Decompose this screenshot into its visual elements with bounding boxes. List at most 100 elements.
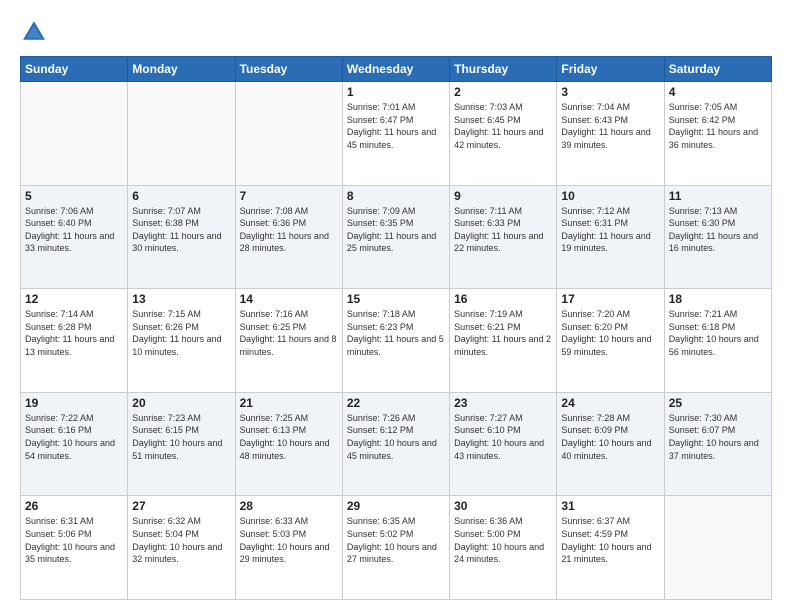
- day-number: 7: [240, 189, 338, 203]
- calendar-table: SundayMondayTuesdayWednesdayThursdayFrid…: [20, 56, 772, 600]
- day-number: 15: [347, 292, 445, 306]
- day-info: Sunrise: 7:07 AM Sunset: 6:38 PM Dayligh…: [132, 205, 230, 255]
- day-number: 23: [454, 396, 552, 410]
- calendar-header-thursday: Thursday: [450, 57, 557, 82]
- day-info: Sunrise: 7:11 AM Sunset: 6:33 PM Dayligh…: [454, 205, 552, 255]
- day-number: 22: [347, 396, 445, 410]
- calendar-cell: 1Sunrise: 7:01 AM Sunset: 6:47 PM Daylig…: [342, 82, 449, 186]
- calendar-cell: 15Sunrise: 7:18 AM Sunset: 6:23 PM Dayli…: [342, 289, 449, 393]
- day-number: 16: [454, 292, 552, 306]
- calendar-cell: 22 Sunrise: 7:26 AM Sunset: 6:12 PM Dayli…: [342, 392, 449, 496]
- calendar-cell: 3 Sunrise: 7:04 AM Sunset: 6:43 PM Daylig…: [557, 82, 664, 186]
- day-info: Sunrise: 7:13 AM Sunset: 6:30 PM Dayligh…: [669, 205, 767, 255]
- day-info: Sunrise: 7:15 AM Sunset: 6:26 PM Dayligh…: [132, 308, 230, 358]
- calendar-cell: 12 Sunrise: 7:14 AM Sunset: 6:28 PM Dayli…: [21, 289, 128, 393]
- day-number: 13: [132, 292, 230, 306]
- day-info: Sunrise: 7:04 AM Sunset: 6:43 PM Dayligh…: [561, 101, 659, 151]
- day-number: 12: [25, 292, 123, 306]
- page: SundayMondayTuesdayWednesdayThursdayFrid…: [0, 0, 792, 612]
- calendar-cell: [128, 82, 235, 186]
- calendar-header-monday: Monday: [128, 57, 235, 82]
- day-info: Sunrise: 7:20 AM Sunset: 6:20 PM Dayligh…: [561, 308, 659, 358]
- day-number: 14: [240, 292, 338, 306]
- calendar-cell: 24 Sunrise: 7:28 AM Sunset: 6:09 PM Dayli…: [557, 392, 664, 496]
- calendar-cell: 28Sunrise: 6:33 AM Sunset: 5:03 PM Dayli…: [235, 496, 342, 600]
- calendar-cell: 9 Sunrise: 7:11 AM Sunset: 6:33 PM Daylig…: [450, 185, 557, 289]
- calendar-header-row: SundayMondayTuesdayWednesdayThursdayFrid…: [21, 57, 772, 82]
- calendar-cell: 26 Sunrise: 6:31 AM Sunset: 5:06 PM Dayli…: [21, 496, 128, 600]
- calendar-week-row: 12 Sunrise: 7:14 AM Sunset: 6:28 PM Dayli…: [21, 289, 772, 393]
- calendar-cell: 4 Sunrise: 7:05 AM Sunset: 6:42 PM Daylig…: [664, 82, 771, 186]
- calendar-cell: 20 Sunrise: 7:23 AM Sunset: 6:15 PM Dayli…: [128, 392, 235, 496]
- calendar-header-sunday: Sunday: [21, 57, 128, 82]
- calendar-cell: 8Sunrise: 7:09 AM Sunset: 6:35 PM Daylig…: [342, 185, 449, 289]
- day-number: 20: [132, 396, 230, 410]
- day-info: Sunrise: 7:01 AM Sunset: 6:47 PM Dayligh…: [347, 101, 445, 151]
- day-info: Sunrise: 7:30 AM Sunset: 6:07 PM Dayligh…: [669, 412, 767, 462]
- day-info: Sunrise: 7:14 AM Sunset: 6:28 PM Dayligh…: [25, 308, 123, 358]
- calendar-cell: 30 Sunrise: 6:36 AM Sunset: 5:00 PM Dayli…: [450, 496, 557, 600]
- day-info: Sunrise: 7:23 AM Sunset: 6:15 PM Dayligh…: [132, 412, 230, 462]
- day-info: Sunrise: 7:05 AM Sunset: 6:42 PM Dayligh…: [669, 101, 767, 151]
- calendar-header-tuesday: Tuesday: [235, 57, 342, 82]
- day-info: Sunrise: 6:36 AM Sunset: 5:00 PM Dayligh…: [454, 515, 552, 565]
- day-number: 19: [25, 396, 123, 410]
- day-number: 29: [347, 499, 445, 513]
- calendar-cell: 14 Sunrise: 7:16 AM Sunset: 6:25 PM Dayli…: [235, 289, 342, 393]
- day-number: 26: [25, 499, 123, 513]
- day-number: 30: [454, 499, 552, 513]
- day-info: Sunrise: 7:22 AM Sunset: 6:16 PM Dayligh…: [25, 412, 123, 462]
- calendar-week-row: 5 Sunrise: 7:06 AM Sunset: 6:40 PM Daylig…: [21, 185, 772, 289]
- day-number: 28: [240, 499, 338, 513]
- day-info: Sunrise: 7:16 AM Sunset: 6:25 PM Dayligh…: [240, 308, 338, 358]
- day-info: Sunrise: 7:26 AM Sunset: 6:12 PM Dayligh…: [347, 412, 445, 462]
- day-number: 11: [669, 189, 767, 203]
- calendar-cell: 2 Sunrise: 7:03 AM Sunset: 6:45 PM Daylig…: [450, 82, 557, 186]
- calendar-cell: 17Sunrise: 7:20 AM Sunset: 6:20 PM Dayli…: [557, 289, 664, 393]
- day-number: 31: [561, 499, 659, 513]
- day-number: 3: [561, 85, 659, 99]
- calendar-header-friday: Friday: [557, 57, 664, 82]
- calendar-cell: 25Sunrise: 7:30 AM Sunset: 6:07 PM Dayli…: [664, 392, 771, 496]
- calendar-header-saturday: Saturday: [664, 57, 771, 82]
- header: [20, 18, 772, 46]
- calendar-cell: [235, 82, 342, 186]
- day-number: 27: [132, 499, 230, 513]
- calendar-header-wednesday: Wednesday: [342, 57, 449, 82]
- calendar-cell: [664, 496, 771, 600]
- calendar-cell: 11 Sunrise: 7:13 AM Sunset: 6:30 PM Dayli…: [664, 185, 771, 289]
- calendar-week-row: 26 Sunrise: 6:31 AM Sunset: 5:06 PM Dayli…: [21, 496, 772, 600]
- day-info: Sunrise: 6:37 AM Sunset: 4:59 PM Dayligh…: [561, 515, 659, 565]
- calendar-cell: 7Sunrise: 7:08 AM Sunset: 6:36 PM Daylig…: [235, 185, 342, 289]
- calendar-week-row: 19 Sunrise: 7:22 AM Sunset: 6:16 PM Dayli…: [21, 392, 772, 496]
- day-info: Sunrise: 7:27 AM Sunset: 6:10 PM Dayligh…: [454, 412, 552, 462]
- calendar-cell: 21 Sunrise: 7:25 AM Sunset: 6:13 PM Dayli…: [235, 392, 342, 496]
- day-number: 18: [669, 292, 767, 306]
- day-info: Sunrise: 7:06 AM Sunset: 6:40 PM Dayligh…: [25, 205, 123, 255]
- day-info: Sunrise: 7:25 AM Sunset: 6:13 PM Dayligh…: [240, 412, 338, 462]
- calendar-cell: [21, 82, 128, 186]
- calendar-cell: 27 Sunrise: 6:32 AM Sunset: 5:04 PM Dayli…: [128, 496, 235, 600]
- day-info: Sunrise: 6:31 AM Sunset: 5:06 PM Dayligh…: [25, 515, 123, 565]
- calendar-cell: 6 Sunrise: 7:07 AM Sunset: 6:38 PM Daylig…: [128, 185, 235, 289]
- day-info: Sunrise: 7:28 AM Sunset: 6:09 PM Dayligh…: [561, 412, 659, 462]
- day-number: 9: [454, 189, 552, 203]
- calendar-cell: 31 Sunrise: 6:37 AM Sunset: 4:59 PM Dayli…: [557, 496, 664, 600]
- calendar-cell: 5 Sunrise: 7:06 AM Sunset: 6:40 PM Daylig…: [21, 185, 128, 289]
- day-number: 21: [240, 396, 338, 410]
- day-info: Sunrise: 7:03 AM Sunset: 6:45 PM Dayligh…: [454, 101, 552, 151]
- day-number: 8: [347, 189, 445, 203]
- calendar-cell: 13 Sunrise: 7:15 AM Sunset: 6:26 PM Dayli…: [128, 289, 235, 393]
- calendar-week-row: 1Sunrise: 7:01 AM Sunset: 6:47 PM Daylig…: [21, 82, 772, 186]
- calendar-cell: 29Sunrise: 6:35 AM Sunset: 5:02 PM Dayli…: [342, 496, 449, 600]
- day-info: Sunrise: 7:21 AM Sunset: 6:18 PM Dayligh…: [669, 308, 767, 358]
- calendar-cell: 18 Sunrise: 7:21 AM Sunset: 6:18 PM Dayli…: [664, 289, 771, 393]
- day-number: 10: [561, 189, 659, 203]
- day-number: 2: [454, 85, 552, 99]
- day-number: 5: [25, 189, 123, 203]
- day-number: 4: [669, 85, 767, 99]
- day-info: Sunrise: 6:32 AM Sunset: 5:04 PM Dayligh…: [132, 515, 230, 565]
- logo: [20, 18, 52, 46]
- day-number: 24: [561, 396, 659, 410]
- day-number: 6: [132, 189, 230, 203]
